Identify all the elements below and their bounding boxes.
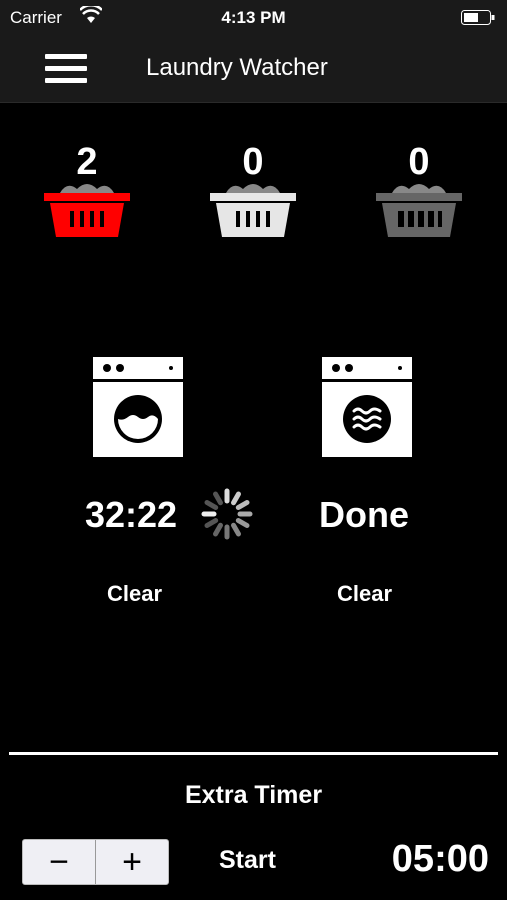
basket-count: 0 bbox=[408, 141, 430, 183]
loading-spinner-icon bbox=[200, 487, 254, 546]
basket-counter-red[interactable]: 2 bbox=[42, 143, 132, 241]
extra-timer-title: Extra Timer bbox=[184, 781, 323, 809]
status-bar: Carrier 4:13 PM bbox=[0, 0, 507, 36]
hamburger-menu-icon[interactable] bbox=[45, 54, 87, 86]
dryer-icon[interactable] bbox=[322, 357, 412, 462]
laundry-basket-icon bbox=[376, 184, 462, 237]
extra-timer-stepper[interactable]: − + bbox=[22, 839, 169, 885]
page-title: Laundry Watcher bbox=[146, 54, 328, 81]
washer-timer: 32:22 bbox=[85, 494, 178, 535]
basket-count: 0 bbox=[242, 141, 264, 183]
clear-washer-button[interactable]: Clear bbox=[107, 581, 162, 607]
increment-button[interactable]: + bbox=[96, 840, 168, 884]
laundry-basket-icon bbox=[210, 184, 296, 237]
status-time: 4:13 PM bbox=[221, 8, 286, 27]
decrement-button[interactable]: − bbox=[23, 840, 96, 884]
basket-counter-white[interactable]: 0 bbox=[208, 143, 298, 241]
navigation-bar: Laundry Watcher bbox=[0, 36, 507, 103]
washer-icon[interactable] bbox=[93, 357, 183, 462]
battery-icon bbox=[461, 10, 495, 25]
start-button[interactable]: Start bbox=[219, 846, 276, 875]
basket-counter-gray[interactable]: 0 bbox=[374, 143, 464, 241]
laundry-basket-icon bbox=[44, 184, 130, 237]
dryer-status: Done bbox=[319, 494, 409, 535]
extra-timer-value: 05:00 bbox=[391, 838, 489, 880]
section-divider bbox=[9, 752, 498, 755]
clear-dryer-button[interactable]: Clear bbox=[337, 581, 392, 607]
basket-count: 2 bbox=[76, 141, 98, 183]
